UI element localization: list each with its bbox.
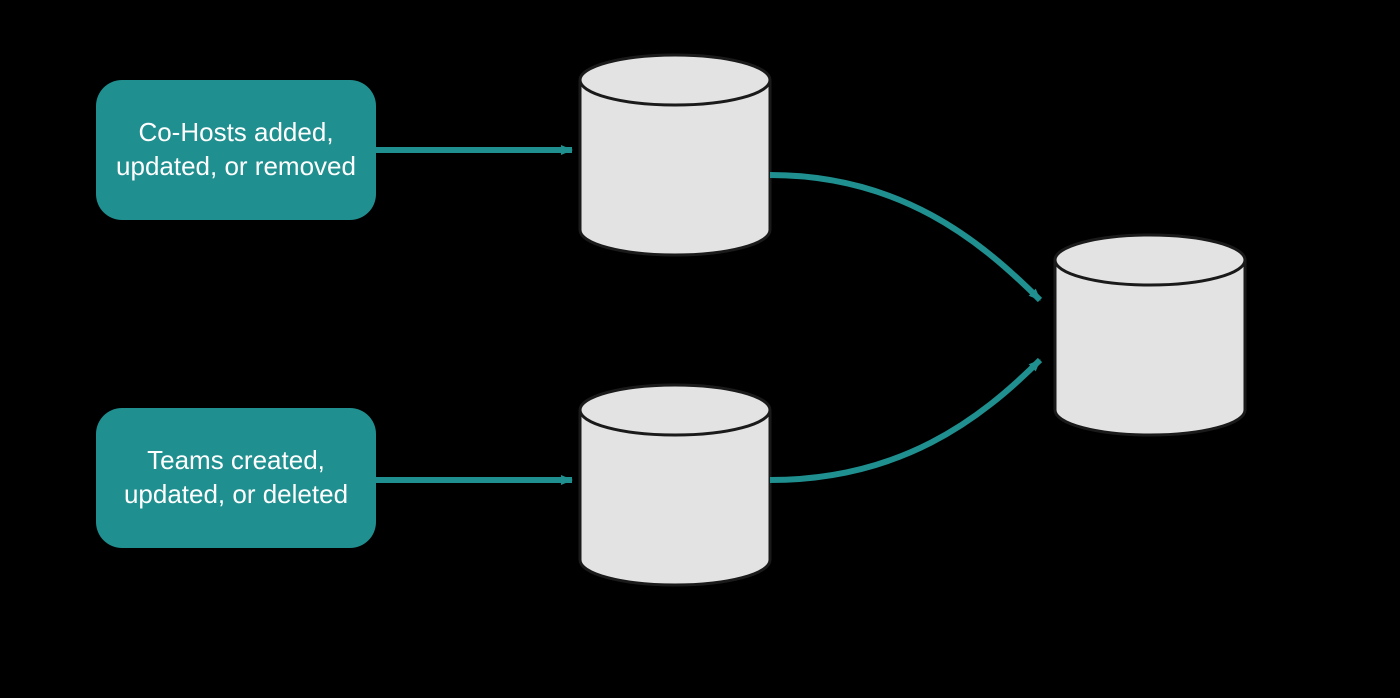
flow-cohosting-to-usergroups	[770, 175, 1040, 300]
event-cohosts-label: Co-Hosts added, updated, or removed	[114, 116, 358, 184]
db-cohosting-label: Co-Hosting	[575, 152, 775, 183]
event-teams: Teams created, updated, or deleted	[96, 408, 376, 548]
flow-teams-to-usergroups	[770, 360, 1040, 480]
diagram-canvas: Co-Hosts added, updated, or removed Team…	[0, 0, 1400, 698]
db-teams-label: Teams	[575, 482, 775, 513]
event-cohosts: Co-Hosts added, updated, or removed	[96, 80, 376, 220]
db-usergroups-label: User Groups	[1050, 332, 1250, 363]
event-teams-label: Teams created, updated, or deleted	[114, 444, 358, 512]
